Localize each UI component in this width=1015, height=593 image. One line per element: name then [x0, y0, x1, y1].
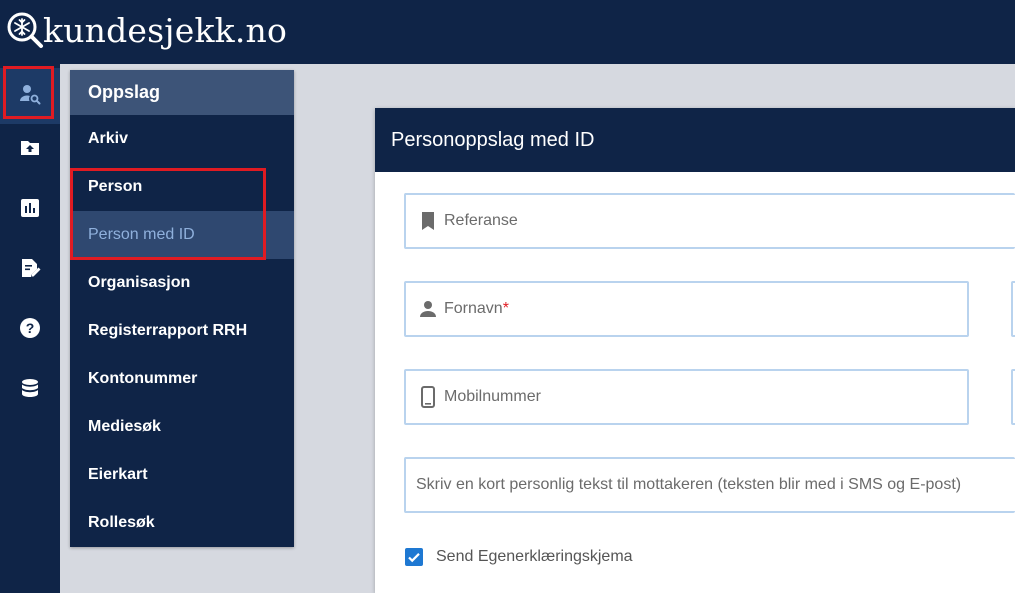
- submenu-item-registerrapport[interactable]: Registerrapport RRH: [70, 307, 294, 355]
- database-icon: [18, 376, 42, 405]
- rail-item-database[interactable]: [0, 362, 60, 418]
- last-name-field[interactable]: [1011, 281, 1015, 337]
- send-form-label: Send Egenerklæringskjema: [436, 548, 633, 565]
- submenu-item-organisasjon[interactable]: Organisasjon: [70, 259, 294, 307]
- bar-chart-icon: [18, 196, 42, 225]
- first-name-label: Fornavn: [444, 300, 503, 317]
- message-field[interactable]: Skriv en kort personlig tekst til mottak…: [404, 457, 1015, 513]
- rail-item-lookup[interactable]: [0, 68, 60, 124]
- person-icon: [416, 297, 440, 321]
- folder-upload-icon: [18, 136, 42, 165]
- edit-document-icon: [18, 256, 42, 285]
- person-lookup-card: Personoppslag med ID: [375, 108, 1015, 593]
- top-bar: kundesjekk.no: [0, 0, 1015, 64]
- first-name-field[interactable]: Fornavn*: [404, 281, 969, 337]
- mobile-field[interactable]: Mobilnummer: [404, 369, 969, 425]
- svg-text:?: ?: [26, 320, 35, 336]
- page-title: Personoppslag med ID: [375, 108, 1015, 172]
- reference-field[interactable]: Referanse: [404, 193, 1015, 249]
- submenu-item-arkiv[interactable]: Arkiv: [70, 115, 294, 163]
- smartphone-icon: [416, 385, 440, 409]
- send-form-option[interactable]: Send Egenerklæringskjema: [405, 548, 633, 566]
- lookup-submenu: Oppslag Arkiv Person Person med ID Organ…: [70, 70, 294, 547]
- submenu-item-mediesok[interactable]: Mediesøk: [70, 403, 294, 451]
- submenu-item-rollesok[interactable]: Rollesøk: [70, 499, 294, 547]
- person-search-icon: [18, 82, 42, 111]
- bookmark-icon: [416, 209, 440, 233]
- submenu-item-person[interactable]: Person: [70, 163, 294, 211]
- rail-item-reports[interactable]: [0, 182, 60, 238]
- reference-placeholder: Referanse: [444, 212, 518, 229]
- email-field[interactable]: [1011, 369, 1015, 425]
- send-form-checkbox[interactable]: [405, 548, 423, 566]
- mobile-placeholder: Mobilnummer: [444, 388, 541, 405]
- icon-rail: ?: [0, 64, 60, 593]
- logo[interactable]: kundesjekk.no: [6, 10, 287, 50]
- submenu-item-person-med-id[interactable]: Person med ID: [70, 211, 294, 259]
- magnifier-logo-icon: [6, 11, 44, 49]
- rail-item-help[interactable]: ?: [0, 302, 60, 358]
- help-icon: ?: [18, 316, 42, 345]
- message-placeholder: Skriv en kort personlig tekst til mottak…: [416, 476, 962, 493]
- first-name-placeholder: Fornavn*: [444, 300, 509, 318]
- submenu-item-kontonummer[interactable]: Kontonummer: [70, 355, 294, 403]
- submenu-header: Oppslag: [70, 70, 294, 115]
- logo-text: kundesjekk.no: [43, 10, 288, 50]
- required-mark: *: [502, 300, 509, 317]
- submenu-item-eierkart[interactable]: Eierkart: [70, 451, 294, 499]
- rail-item-archive[interactable]: [0, 122, 60, 178]
- rail-item-forms[interactable]: [0, 242, 60, 298]
- checkmark-icon: [408, 553, 420, 563]
